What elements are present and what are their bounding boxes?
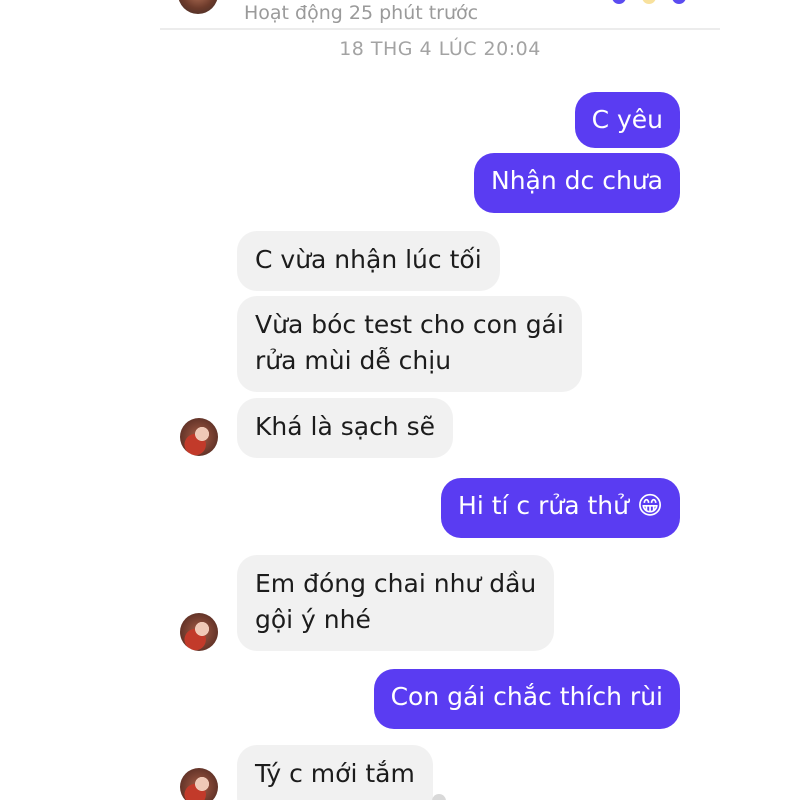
sender-avatar[interactable] (180, 768, 218, 800)
sent-message[interactable]: Hi tí c rửa thử 😁 (441, 478, 680, 538)
received-message[interactable]: Khá là sạch sẽ (237, 398, 454, 458)
seen-indicator-icon (432, 794, 446, 800)
message-text: Nhận dc chưa (491, 166, 663, 195)
active-status: Hoạt động 25 phút trước (244, 2, 479, 24)
chat-header: Hoạt động 25 phút trước (160, 0, 720, 30)
sender-avatar[interactable] (180, 613, 218, 651)
message-text: Tý c mới tắm (255, 759, 415, 788)
emoji-icon[interactable] (642, 0, 656, 4)
message-text: Khá là sạch sẽ (255, 412, 436, 441)
message-text-line: rửa mùi dễ chịu (255, 346, 452, 375)
phone-icon[interactable] (612, 0, 626, 4)
received-message[interactable]: Vừa bóc test cho con gái rửa mùi dễ chịu (237, 296, 582, 392)
contact-avatar[interactable] (178, 0, 218, 14)
received-message[interactable]: Em đóng chai như dầu gội ý nhé (237, 555, 555, 651)
received-message[interactable]: Tý c mới tắm (237, 745, 433, 800)
message-timestamp: 18 THG 4 LÚC 20:04 (339, 38, 541, 60)
message-text-line: Vừa bóc test cho con gái (255, 310, 564, 339)
sent-message[interactable]: C yêu (574, 92, 680, 148)
sent-message[interactable]: Nhận dc chưa (474, 153, 680, 213)
sent-message[interactable]: Con gái chắc thích rùi (373, 669, 680, 729)
message-text-line: gội ý nhé (255, 605, 371, 634)
message-text-line: Em đóng chai như dầu (255, 569, 537, 598)
message-text: C vừa nhận lúc tối (255, 245, 482, 274)
sender-avatar[interactable] (180, 418, 218, 456)
message-text: C yêu (591, 105, 663, 134)
received-message[interactable]: C vừa nhận lúc tối (237, 231, 500, 291)
chat-screen: Hoạt động 25 phút trước 18 THG 4 LÚC 20:… (0, 0, 800, 800)
info-icon[interactable] (672, 0, 686, 4)
message-text: Con gái chắc thích rùi (390, 682, 663, 711)
message-text: Hi tí c rửa thử 😁 (458, 491, 663, 520)
